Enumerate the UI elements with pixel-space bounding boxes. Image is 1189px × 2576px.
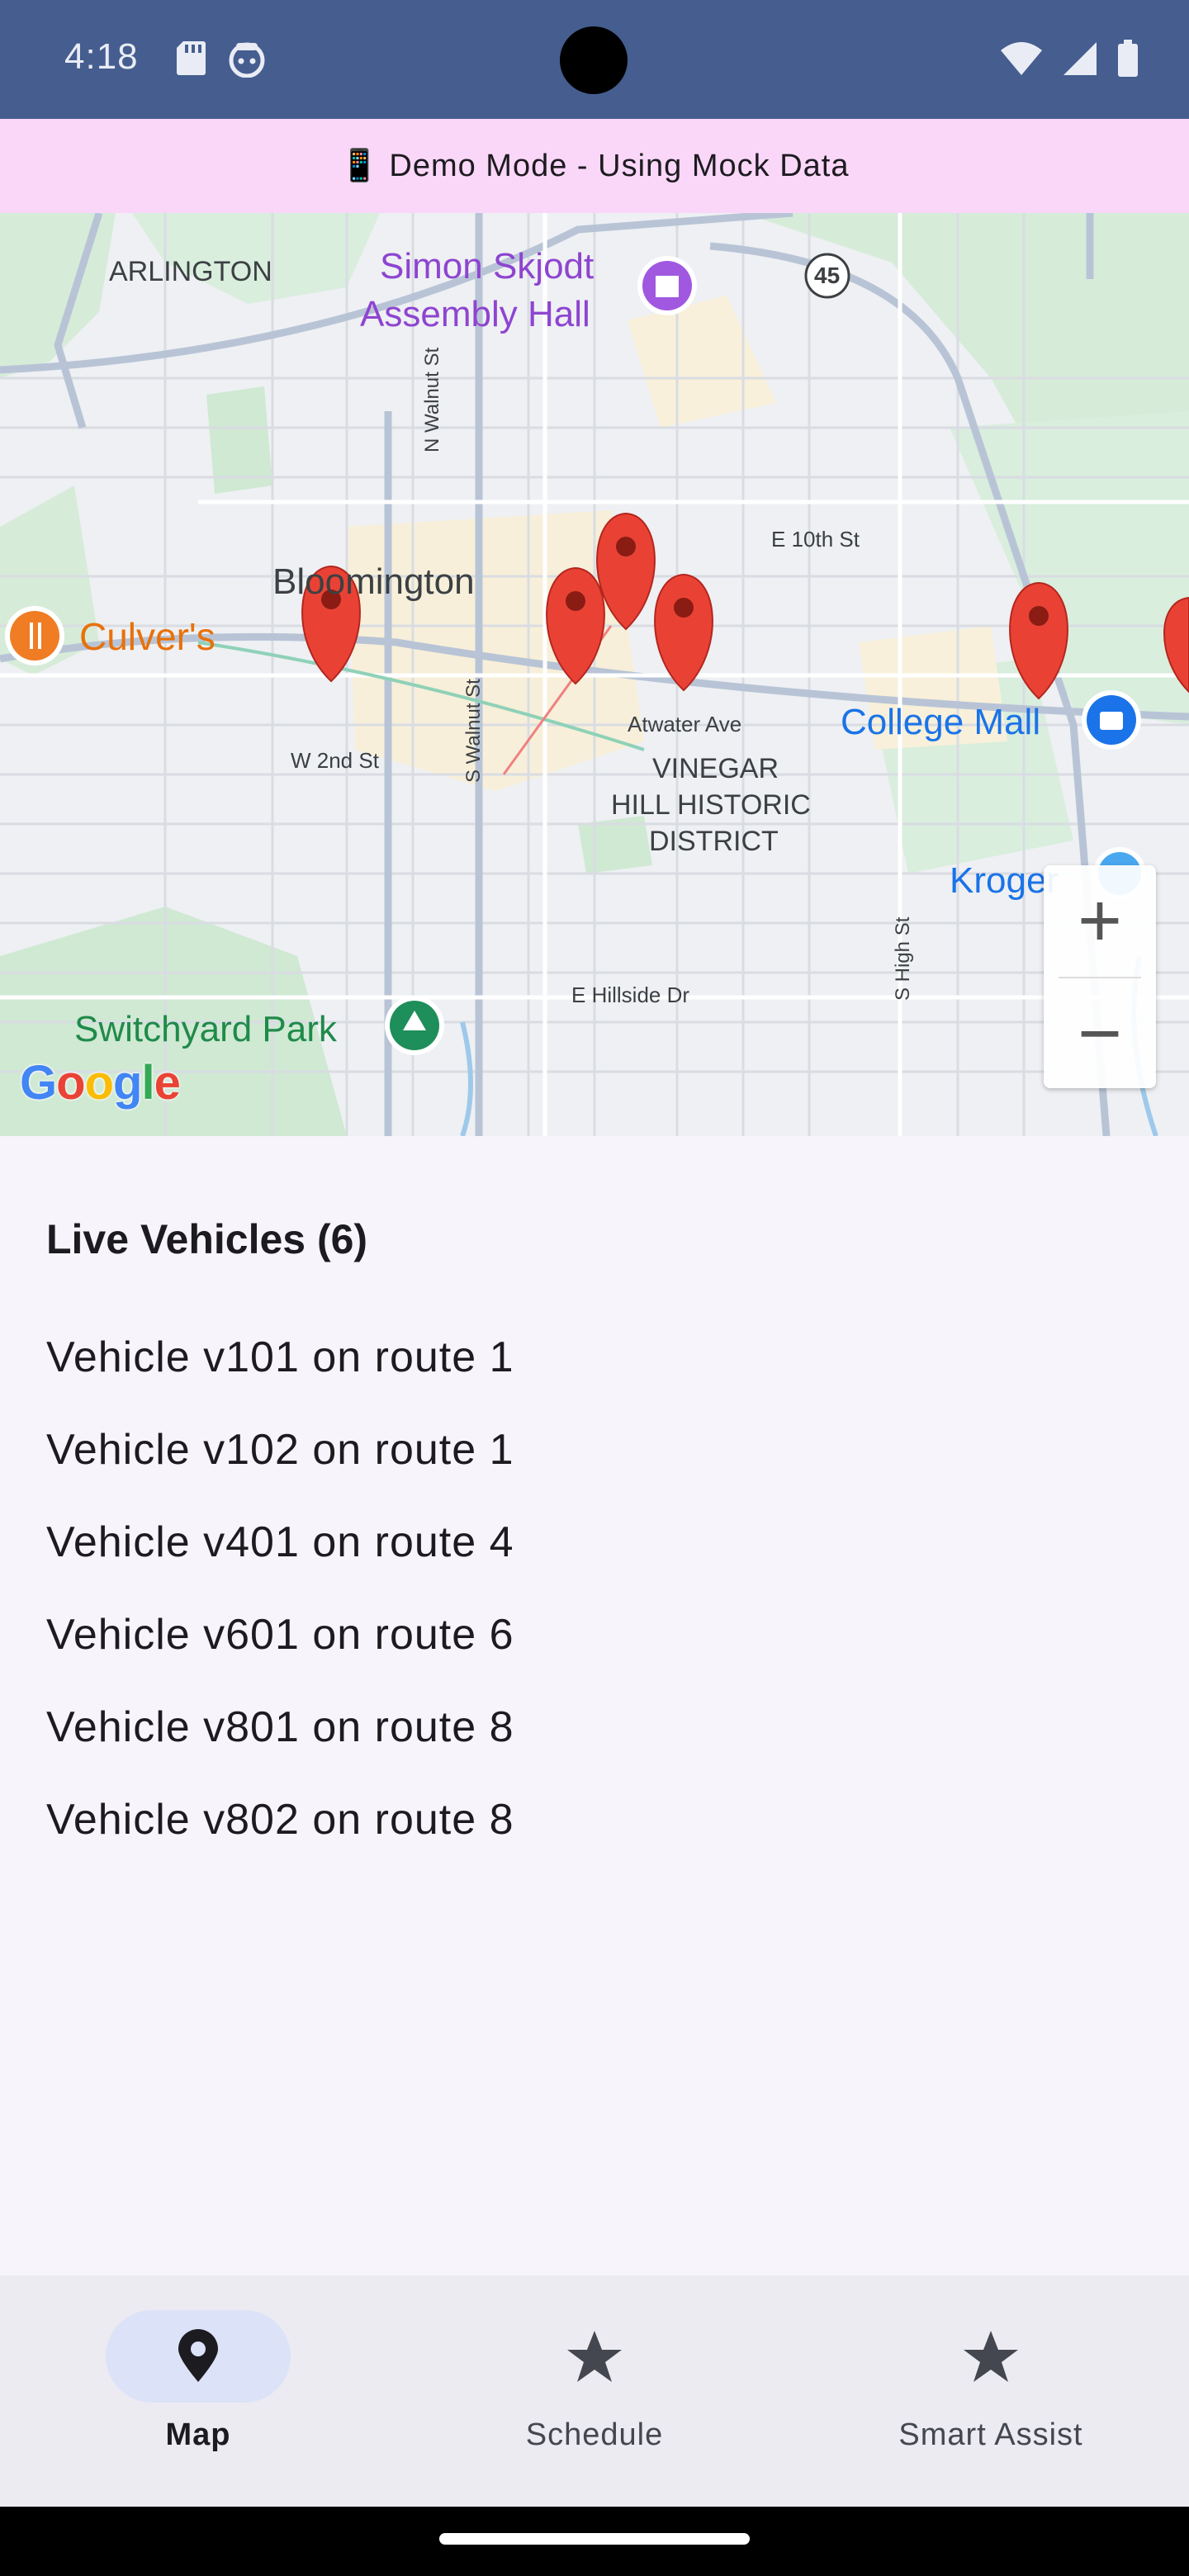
map-label-kroger: Kroger	[950, 860, 1059, 901]
zoom-controls: + −	[1044, 865, 1156, 1088]
map-label-bloomington: Bloomington	[272, 561, 475, 602]
map-pin-icon	[178, 2329, 218, 2382]
map-label-n-walnut: N Walnut St	[421, 347, 443, 452]
assembly-hall-poi-icon	[637, 256, 697, 315]
zoom-out-button[interactable]: −	[1044, 978, 1156, 1090]
highway-shield-label: 45	[814, 263, 841, 288]
map-label-vinegar-2: HILL HISTORIC	[611, 789, 811, 821]
nav-tab-smart-assist[interactable]: Smart Assist	[793, 2275, 1189, 2507]
map-label-w2nd: W 2nd St	[291, 748, 379, 773]
map-label-arlington: ARLINGTON	[109, 256, 272, 287]
map-label-college-mall: College Mall	[841, 702, 1041, 742]
park-poi-icon	[385, 996, 444, 1055]
map-label-simon-1: Simon Skjodt	[380, 246, 594, 286]
map-label-vinegar-1: VINEGAR	[652, 753, 779, 784]
vehicle-list-item[interactable]: Vehicle v601 on route 6	[46, 1589, 514, 1681]
star-icon	[567, 2331, 622, 2382]
gesture-handle[interactable]	[439, 2533, 750, 2545]
map-label-switchyard: Switchyard Park	[74, 1009, 337, 1049]
vehicle-list-item[interactable]: Vehicle v102 on route 1	[46, 1404, 514, 1496]
map-label-culvers: Culver's	[79, 615, 216, 658]
demo-banner-text: 📱 Demo Mode - Using Mock Data	[339, 149, 850, 183]
sd-card-icon	[175, 40, 206, 82]
shopping-poi-icon	[1082, 690, 1141, 750]
map-label-s-high: S High St	[892, 916, 914, 1001]
battery-icon	[1116, 40, 1139, 82]
vehicle-list-item[interactable]: Vehicle v401 on route 4	[46, 1496, 514, 1589]
live-vehicles-section: Live Vehicles (6) Vehicle v101 on route …	[0, 1136, 1189, 2275]
map-label-s-walnut: S Walnut St	[462, 679, 485, 783]
nav-label-schedule: Schedule	[525, 2417, 664, 2452]
bottom-navigation: Map Schedule Smart Assist	[0, 2275, 1189, 2507]
wifi-icon	[999, 40, 1044, 81]
nav-label-map: Map	[165, 2417, 231, 2452]
zoom-in-button[interactable]: +	[1044, 865, 1156, 977]
map-view[interactable]: ARLINGTON Simon Skjodt Assembly Hall 45 …	[0, 213, 1189, 1136]
camera-cutout	[560, 26, 628, 94]
live-vehicles-title: Live Vehicles (6)	[46, 1216, 368, 1262]
nav-tab-map[interactable]: Map	[0, 2275, 396, 2507]
map-label-e10th: E 10th St	[771, 527, 860, 552]
vehicle-list-item[interactable]: Vehicle v802 on route 8	[46, 1773, 514, 1866]
nav-tab-schedule[interactable]: Schedule	[396, 2275, 793, 2507]
gesture-navigation-area	[0, 2507, 1189, 2576]
star-icon	[964, 2331, 1018, 2382]
map-label-hillside: E Hillside Dr	[571, 983, 690, 1007]
google-logo: Google	[20, 1056, 181, 1110]
vehicle-list-item[interactable]: Vehicle v801 on route 8	[46, 1681, 514, 1773]
vehicle-list: Vehicle v101 on route 1 Vehicle v102 on …	[46, 1311, 514, 1866]
status-time: 4:18	[64, 36, 139, 77]
assistant-icon	[228, 40, 266, 82]
status-bar: 4:18	[0, 0, 1189, 119]
map-label-simon-2: Assembly Hall	[360, 294, 590, 334]
nav-label-smart-assist: Smart Assist	[898, 2417, 1083, 2452]
signal-icon	[1062, 40, 1098, 81]
restaurant-poi-icon	[5, 606, 64, 665]
map-label-vinegar-3: DISTRICT	[649, 826, 779, 857]
map-label-atwater: Atwater Ave	[628, 712, 742, 736]
vehicle-list-item[interactable]: Vehicle v101 on route 1	[46, 1311, 514, 1404]
demo-mode-banner: 📱 Demo Mode - Using Mock Data	[0, 119, 1189, 213]
